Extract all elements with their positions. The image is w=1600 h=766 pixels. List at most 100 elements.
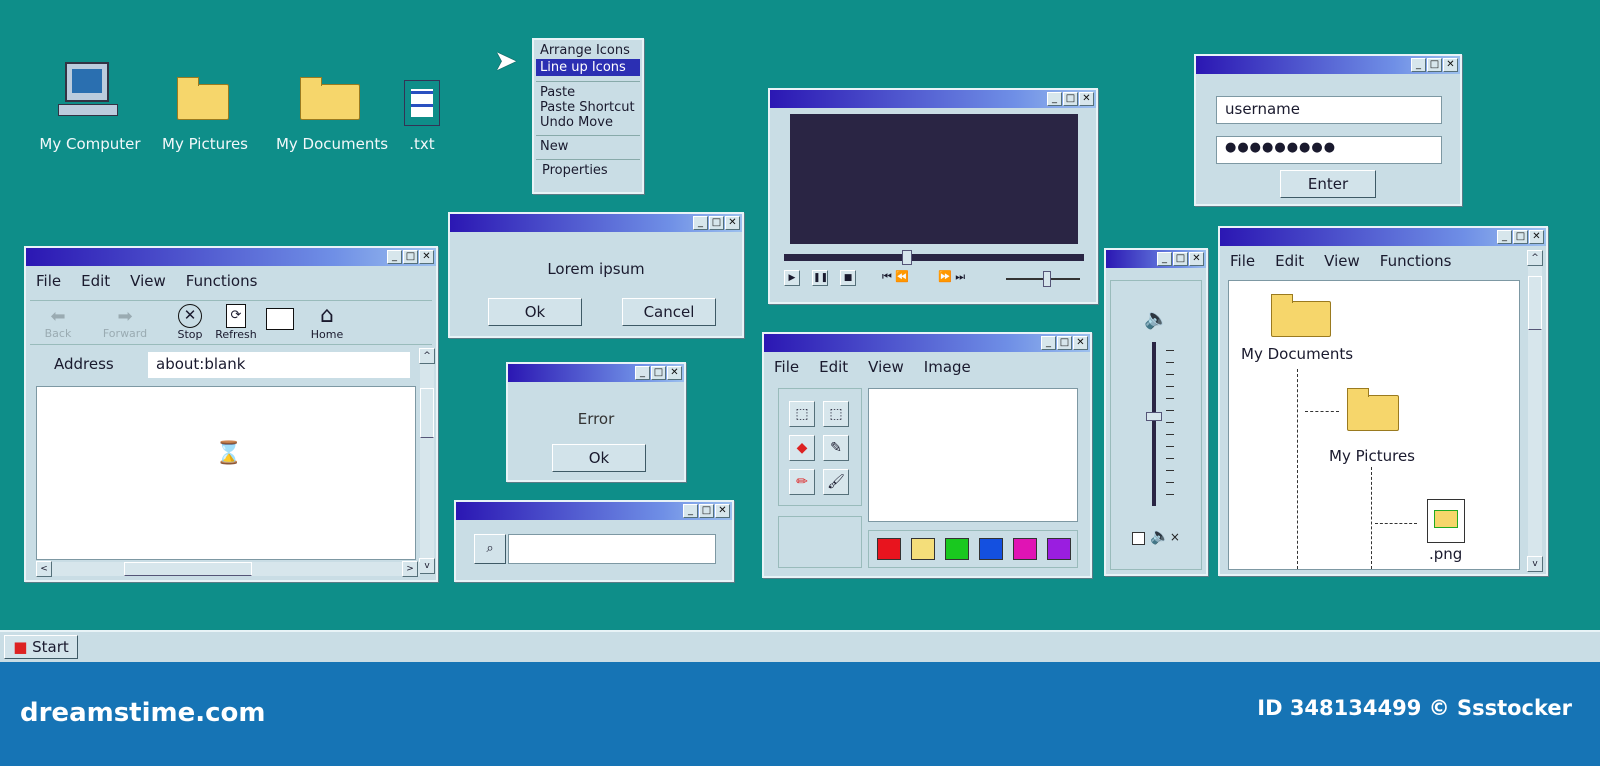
menu-functions[interactable]: Functions (1380, 252, 1452, 270)
menu-item-properties[interactable]: Properties (534, 163, 642, 178)
stop-button[interactable]: ■ (840, 270, 856, 286)
maximize-icon[interactable]: □ (1427, 58, 1442, 72)
minimize-icon[interactable]: _ (683, 504, 698, 518)
menu-item-undo-move[interactable]: Undo Move (534, 115, 642, 130)
desktop-icon-txt[interactable]: .txt (362, 60, 482, 160)
search-input[interactable] (508, 534, 716, 564)
maximize-icon[interactable]: □ (1173, 252, 1188, 266)
stop-button[interactable]: ✕ Stop (172, 304, 208, 341)
maximize-icon[interactable]: □ (709, 216, 724, 230)
title-bar[interactable]: _ □ ✕ (770, 90, 1096, 108)
menu-edit[interactable]: Edit (1275, 252, 1304, 270)
back-button[interactable]: ⬅ Back (38, 306, 78, 340)
maximize-icon[interactable]: □ (699, 504, 714, 518)
menu-view[interactable]: View (1324, 252, 1360, 270)
title-bar[interactable]: _ □ ✕ (764, 334, 1090, 352)
volume-slider[interactable] (1146, 342, 1162, 506)
maximize-icon[interactable]: □ (1513, 230, 1528, 244)
menu-file[interactable]: File (774, 358, 799, 376)
menu-image[interactable]: Image (924, 358, 971, 376)
minimize-icon[interactable]: _ (387, 250, 402, 264)
cancel-button[interactable]: Cancel (622, 298, 716, 326)
title-bar[interactable]: _ □ ✕ (1106, 250, 1206, 268)
title-bar[interactable]: _ □ ✕ (1220, 228, 1546, 246)
vertical-scrollbar[interactable]: ^ v (419, 348, 435, 574)
minimize-icon[interactable]: _ (1041, 336, 1056, 350)
minimize-icon[interactable]: _ (1411, 58, 1426, 72)
pencil-tool-icon[interactable]: ✏ (789, 469, 815, 495)
title-bar[interactable]: _ □ ✕ (26, 248, 436, 266)
close-icon[interactable]: ✕ (1189, 252, 1204, 266)
title-bar[interactable]: _ □ ✕ (508, 364, 684, 382)
close-icon[interactable]: ✕ (725, 216, 740, 230)
menu-functions[interactable]: Functions (186, 272, 258, 290)
menu-item-new[interactable]: New (534, 139, 642, 154)
close-icon[interactable]: ✕ (715, 504, 730, 518)
color-swatch[interactable] (911, 538, 935, 560)
ok-button[interactable]: Ok (488, 298, 582, 326)
tree-item-my-documents[interactable]: My Documents (1241, 345, 1353, 363)
maximize-icon[interactable]: □ (651, 366, 666, 380)
tree-item-my-pictures[interactable]: My Pictures (1329, 447, 1415, 465)
title-bar[interactable]: _ □ ✕ (450, 214, 742, 232)
tree-item-png[interactable]: .png (1429, 545, 1462, 563)
skip-back-icon[interactable]: ⏮ ⏪ (882, 270, 909, 284)
skip-forward-icon[interactable]: ⏩ ⏭ (938, 270, 965, 284)
search-button[interactable]: ⌕ (474, 534, 506, 564)
eraser-tool-icon[interactable]: ◆ (789, 435, 815, 461)
minimize-icon[interactable]: _ (693, 216, 708, 230)
maximize-icon[interactable]: □ (403, 250, 418, 264)
player-volume-slider[interactable] (1006, 271, 1080, 287)
minimize-icon[interactable]: _ (635, 366, 650, 380)
forward-button[interactable]: ➡ Forward (98, 306, 152, 340)
close-icon[interactable]: ✕ (1529, 230, 1544, 244)
canvas[interactable] (868, 388, 1078, 522)
color-picker-tool-icon[interactable]: ✎ (823, 435, 849, 461)
title-bar[interactable]: _ □ ✕ (456, 502, 732, 520)
documents-folder-icon[interactable] (1271, 294, 1331, 337)
close-icon[interactable]: ✕ (1079, 92, 1094, 106)
menu-item-line-up-icons[interactable]: Line up Icons (536, 59, 640, 76)
close-icon[interactable]: ✕ (419, 250, 434, 264)
menu-edit[interactable]: Edit (819, 358, 848, 376)
minimize-icon[interactable]: _ (1497, 230, 1512, 244)
close-icon[interactable]: ✕ (1443, 58, 1458, 72)
color-swatch[interactable] (1047, 538, 1071, 560)
menu-file[interactable]: File (1230, 252, 1255, 270)
vertical-scrollbar[interactable]: ^ v (1527, 250, 1543, 572)
close-icon[interactable]: ✕ (1073, 336, 1088, 350)
menu-view[interactable]: View (130, 272, 166, 290)
close-icon[interactable]: ✕ (667, 366, 682, 380)
start-button[interactable]: ■ Start (4, 635, 78, 659)
maximize-icon[interactable]: □ (1063, 92, 1078, 106)
pause-button[interactable]: ❚❚ (812, 270, 828, 286)
folder-icon[interactable] (1347, 388, 1399, 431)
error-ok-button[interactable]: Ok (552, 444, 646, 472)
enter-button[interactable]: Enter (1280, 170, 1376, 198)
horizontal-scrollbar[interactable]: < > (36, 561, 420, 577)
maximize-icon[interactable]: □ (1057, 336, 1072, 350)
title-bar[interactable]: _ □ ✕ (1196, 56, 1460, 74)
color-swatch[interactable] (945, 538, 969, 560)
password-field[interactable]: ●●●●●●●●● (1216, 136, 1442, 164)
username-field[interactable]: username (1216, 96, 1442, 124)
color-swatch[interactable] (1013, 538, 1037, 560)
seek-bar[interactable] (784, 250, 1084, 265)
seek-thumb[interactable] (902, 250, 912, 265)
menu-edit[interactable]: Edit (81, 272, 110, 290)
mute-checkbox[interactable] (1132, 532, 1145, 545)
refresh-button[interactable]: ⟳ Refresh (212, 304, 260, 341)
menu-file[interactable]: File (36, 272, 61, 290)
home-button[interactable]: ⌂ Home (306, 304, 348, 342)
menu-item-paste[interactable]: Paste (534, 85, 642, 100)
rect-select-tool-icon[interactable]: ⬚ (823, 401, 849, 427)
menu-view[interactable]: View (868, 358, 904, 376)
address-bar[interactable]: about:blank (148, 352, 410, 378)
minimize-icon[interactable]: _ (1047, 92, 1062, 106)
brush-tool-icon[interactable]: 🖌 (823, 469, 849, 495)
color-swatch[interactable] (877, 538, 901, 560)
play-button[interactable]: ▶ (784, 270, 800, 286)
desktop-icon-my-pictures[interactable]: My Pictures (135, 60, 275, 160)
minimize-icon[interactable]: _ (1157, 252, 1172, 266)
image-file-icon[interactable] (1427, 499, 1465, 543)
